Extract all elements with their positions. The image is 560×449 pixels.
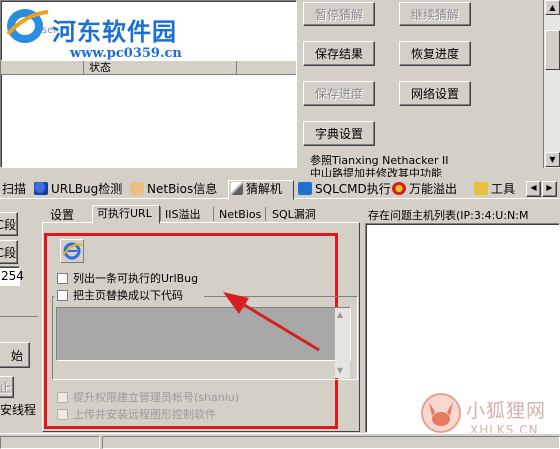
fox-logo-icon <box>420 392 462 434</box>
tab-sqlcmd[interactable]: SQLCMD执行 <box>296 181 391 199</box>
upload-label: 上传并安装远程图形控制软件 <box>73 408 216 421</box>
watermark-bottom-title: 小狐狸网 <box>466 400 547 422</box>
watermark-url: www.pc0359.cn <box>70 46 182 61</box>
status-panel-2 <box>102 436 560 449</box>
subtab-iis-overflow[interactable]: IIS溢出 <box>165 207 200 223</box>
network-settings-button[interactable]: 网络设置 <box>399 81 471 106</box>
list-header: 状态 <box>1 60 296 75</box>
elevate-label: 提升权限建立管理员帐号(shanlu) <box>73 391 240 404</box>
status-panel-1 <box>0 436 100 449</box>
gear-burst-icon <box>392 182 406 195</box>
tab-urlbug[interactable]: URLBug检测 <box>32 181 122 199</box>
start-button[interactable]: 始 <box>0 342 30 368</box>
problem-hosts-title: 存在问题主机列表(IP:3:4:U:N:M <box>368 209 529 222</box>
c-segment-button-2[interactable]: C段 <box>0 240 18 264</box>
restore-progress-button[interactable]: 恢复进度 <box>399 41 471 66</box>
save-progress-button[interactable]: 保存进度 <box>303 81 375 106</box>
code-scroll-down-icon[interactable]: ▼ <box>337 366 343 375</box>
tab-netbios-info[interactable]: NetBios信息 <box>128 181 220 199</box>
divider <box>0 316 38 317</box>
upload-checkbox[interactable] <box>57 409 68 420</box>
subtab-executable-url[interactable]: 可执行URL <box>92 205 160 224</box>
thread-label: 安线程 <box>0 403 37 417</box>
save-result-button[interactable]: 保存结果 <box>303 41 375 66</box>
tab-cracker[interactable]: 猜解机 <box>228 180 294 200</box>
scroll-down-icon[interactable]: ▼ <box>545 152 560 167</box>
tab-scan[interactable]: 扫描 <box>0 181 28 199</box>
watermark-title: 河东软件园 <box>52 17 177 46</box>
magnifier-icon <box>34 182 48 195</box>
pause-button[interactable]: 暂停猜解 <box>303 2 375 26</box>
tab-tools[interactable]: 工具 <box>472 181 522 199</box>
hand-icon <box>130 182 144 195</box>
cracker-icon <box>231 182 243 195</box>
c-segment-button-1[interactable]: C段 <box>0 212 18 236</box>
resume-button[interactable]: 继续猜解 <box>399 2 471 26</box>
tab-overflow[interactable]: 万能溢出 <box>390 181 466 199</box>
col-status-header[interactable]: 状态 <box>89 61 111 74</box>
watermark-logo-icon <box>4 6 50 46</box>
info-line-2: 中山路提加并修改其中功能 <box>310 167 442 177</box>
subtab-settings[interactable]: 设置 <box>50 207 74 223</box>
range-end-input[interactable]: 254 <box>0 266 24 286</box>
code-scrollbar[interactable]: ▲ ▼ <box>335 308 350 378</box>
subtab-sql-hole[interactable]: SQL漏洞 <box>272 207 316 223</box>
stop-button[interactable]: 止 <box>0 376 14 398</box>
top-scrollbar[interactable]: ▲ ▼ <box>543 0 560 168</box>
sql-icon <box>298 182 312 195</box>
tab-scroll-right-icon[interactable]: ▶ <box>542 181 557 197</box>
list-one-label: 列出一条可执行的UrlBug <box>73 272 199 285</box>
ie-icon[interactable] <box>60 239 84 263</box>
code-scroll-up-icon[interactable]: ▲ <box>337 310 343 319</box>
tab-scroll-left-icon[interactable]: ◀ <box>526 181 541 197</box>
status-bar <box>0 433 560 449</box>
subtab-netbios[interactable]: NetBios <box>219 207 261 223</box>
replace-home-checkbox[interactable] <box>57 290 68 301</box>
list-one-checkbox[interactable] <box>57 273 68 284</box>
annotation-arrow <box>223 292 320 352</box>
elevate-checkbox[interactable] <box>57 392 68 403</box>
dictionary-settings-button[interactable]: 字典设置 <box>303 121 375 146</box>
replace-home-label: 把主页替换成以下代码 <box>73 289 183 302</box>
folder-icon <box>474 182 488 195</box>
scroll-up-icon[interactable]: ▲ <box>545 0 560 15</box>
scroll-thumb[interactable] <box>545 30 560 70</box>
